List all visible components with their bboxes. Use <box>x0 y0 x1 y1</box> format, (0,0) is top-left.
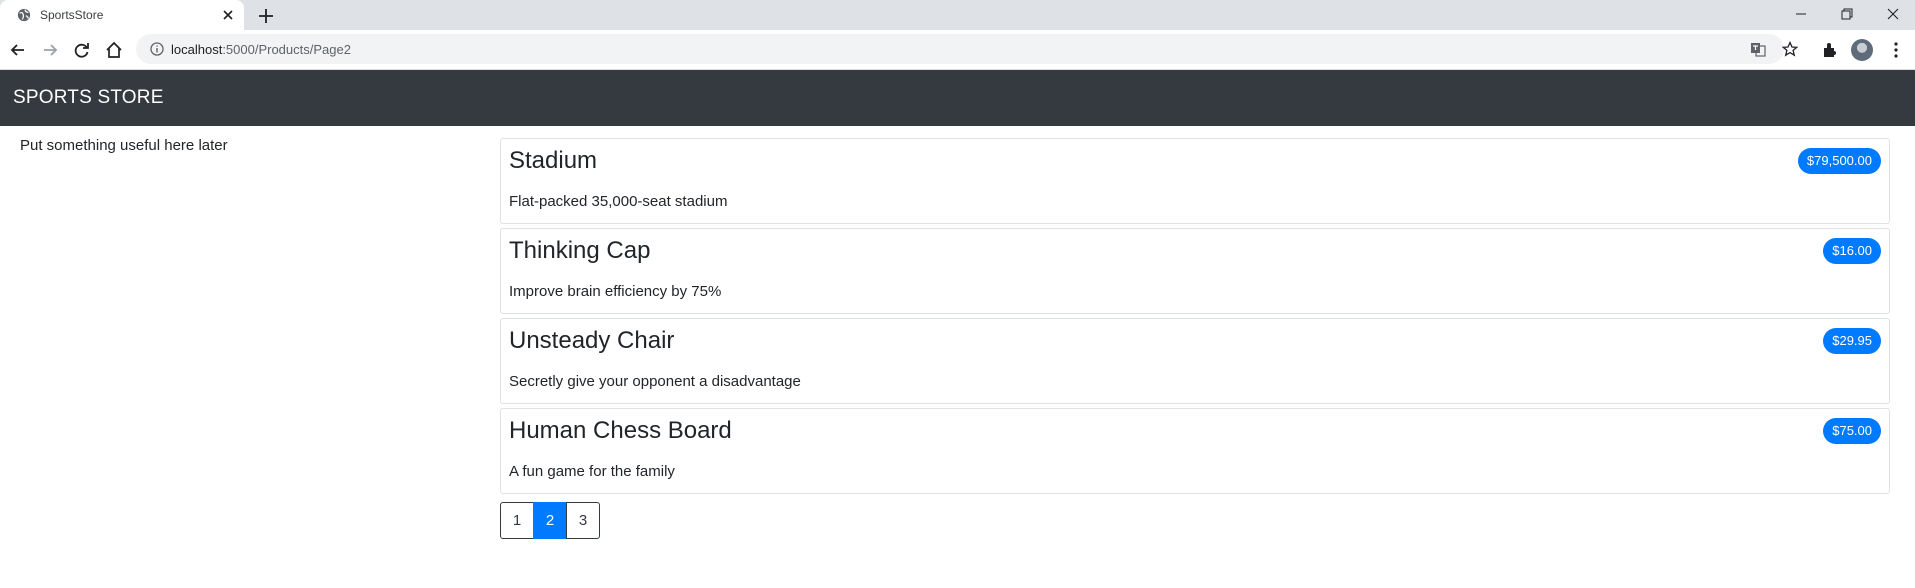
product-name: Stadium <box>509 147 598 174</box>
product-card: Unsteady Chair $29.95 Secretly give your… <box>500 318 1890 404</box>
close-tab-icon[interactable] <box>220 7 236 23</box>
browser-toolbar: localhost:5000/Products/Page2 <box>0 30 1915 70</box>
product-description: Flat-packed 35,000-seat stadium <box>509 193 728 210</box>
more-menu-icon[interactable] <box>1886 40 1906 60</box>
product-name: Thinking Cap <box>509 237 651 264</box>
price-badge: $29.95 <box>1823 328 1881 354</box>
browser-tab-strip: SportsStore <box>0 0 1915 30</box>
browser-tab[interactable]: SportsStore <box>0 0 244 30</box>
page-link-2[interactable]: 2 <box>533 502 567 539</box>
url-text: localhost:5000/Products/Page2 <box>171 42 351 57</box>
extensions-icon[interactable] <box>1820 40 1840 60</box>
pagination: 1 2 3 <box>500 502 600 539</box>
url-host: localhost <box>171 42 223 57</box>
product-card: Stadium $79,500.00 Flat-packed 35,000-se… <box>500 138 1890 224</box>
product-description: Secretly give your opponent a disadvanta… <box>509 373 801 390</box>
product-card: Thinking Cap $16.00 Improve brain effici… <box>500 228 1890 314</box>
close-window-icon[interactable] <box>1882 4 1904 24</box>
price-badge: $75.00 <box>1823 418 1881 444</box>
back-icon[interactable] <box>8 40 28 60</box>
product-name: Unsteady Chair <box>509 327 675 354</box>
site-navbar: SPORTS STORE <box>0 70 1915 126</box>
minimize-icon[interactable] <box>1790 4 1812 24</box>
product-description: Improve brain efficiency by 75% <box>509 283 722 300</box>
address-bar[interactable]: localhost:5000/Products/Page2 <box>136 34 1798 64</box>
sidebar-placeholder: Put something useful here later <box>20 137 228 154</box>
url-path: :5000/Products/Page2 <box>222 42 351 57</box>
brand-title[interactable]: SPORTS STORE <box>13 87 164 109</box>
tab-title: SportsStore <box>40 8 104 22</box>
bookmark-star-icon[interactable] <box>1782 41 1798 57</box>
forward-icon[interactable] <box>40 40 60 60</box>
translate-icon[interactable] <box>1750 41 1766 57</box>
home-icon[interactable] <box>104 40 124 60</box>
product-description: A fun game for the family <box>509 463 675 480</box>
product-name: Human Chess Board <box>509 417 732 444</box>
page-link-3[interactable]: 3 <box>566 502 600 539</box>
profile-avatar[interactable] <box>1851 39 1873 61</box>
price-badge: $79,500.00 <box>1797 148 1881 174</box>
reload-icon[interactable] <box>72 40 92 60</box>
restore-icon[interactable] <box>1836 4 1858 24</box>
globe-icon <box>17 8 31 22</box>
product-card: Human Chess Board $75.00 A fun game for … <box>500 408 1890 494</box>
info-icon[interactable] <box>150 42 164 56</box>
page-link-1[interactable]: 1 <box>500 502 534 539</box>
new-tab-icon[interactable] <box>256 6 276 26</box>
price-badge: $16.00 <box>1823 238 1881 264</box>
